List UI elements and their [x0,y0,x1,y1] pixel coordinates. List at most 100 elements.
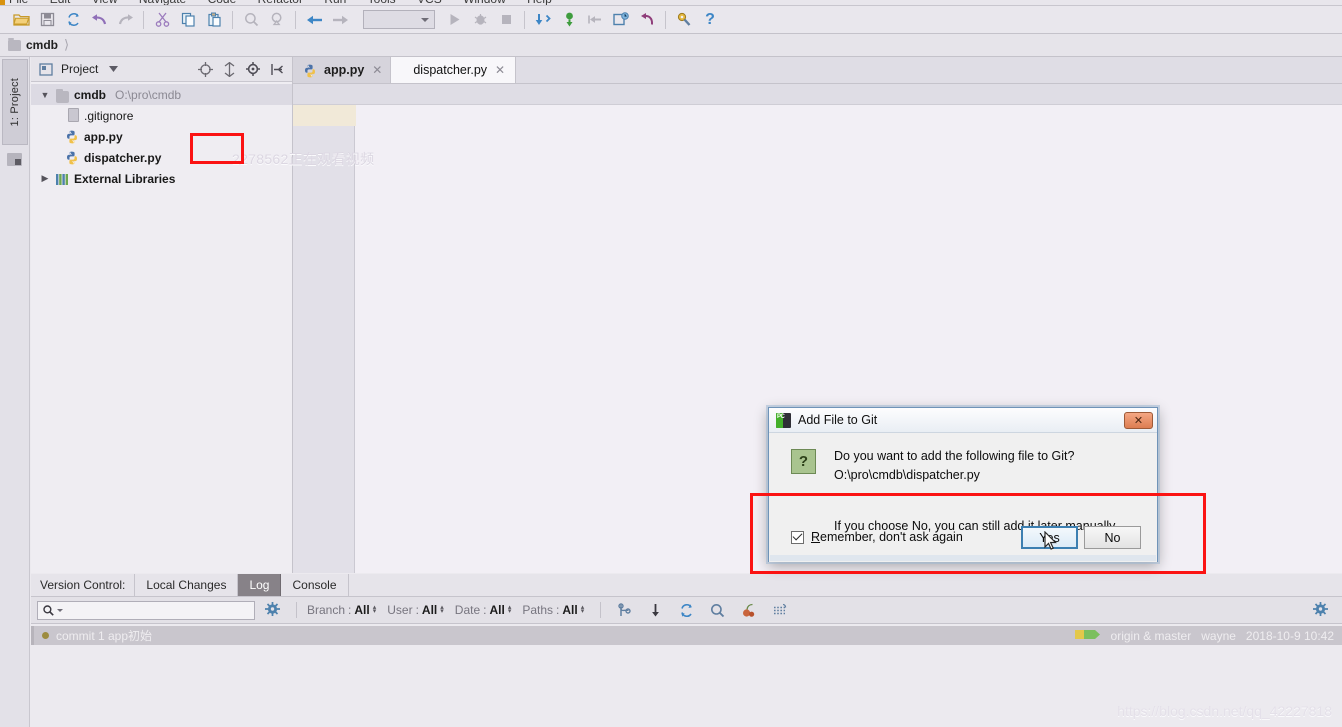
save-all-icon[interactable] [34,8,60,32]
structure-icon[interactable] [7,153,22,166]
tree-row-gitignore[interactable]: .gitignore [31,105,292,126]
editor-gutter[interactable] [293,105,355,573]
collapse-down-icon[interactable] [642,598,668,622]
help-icon[interactable]: ? [697,8,723,32]
tab-local-changes[interactable]: Local Changes [135,574,239,596]
twisty-expanded-icon[interactable]: ▼ [39,90,51,100]
find-icon[interactable] [238,8,264,32]
chevron-down-icon[interactable] [57,608,63,612]
log-settings-gear-icon[interactable] [260,598,286,622]
breadcrumb-root[interactable]: cmdb [8,37,59,52]
log-search-input[interactable] [37,600,255,620]
vcs-update-project-icon[interactable] [530,8,556,32]
breadcrumb-root-label: cmdb [26,38,59,52]
cut-icon[interactable] [149,8,175,32]
tab-log[interactable]: Log [238,574,282,596]
settings-gear-icon[interactable] [244,60,262,78]
log-gear-icon[interactable] [1308,598,1334,622]
vcs-push-icon[interactable] [582,8,608,32]
filter-branch[interactable]: Branch: All ▴ ▾ [307,603,376,617]
commit-row[interactable]: commit 1 app初始 origin & master wayne 201… [31,626,1342,645]
editor-breadcrumb-rail [293,84,1342,105]
project-tool-window-header: Project [31,57,292,82]
paste-icon[interactable] [201,8,227,32]
back-icon[interactable] [301,8,327,32]
editor-tab-dispatcher-py[interactable]: dispatcher.py ✕ [391,57,517,83]
hide-toolwindow-icon[interactable] [268,60,286,78]
project-view-icon [37,60,55,78]
close-icon[interactable]: ✕ [372,63,382,77]
search-icon[interactable] [704,598,730,622]
pycharm-icon [776,412,791,428]
toolbar-separator-3 [295,10,296,29]
no-button[interactable]: No [1084,526,1141,549]
commit-refs: origin & master [1110,628,1192,643]
copy-icon[interactable] [175,8,201,32]
refresh-icon[interactable] [673,598,699,622]
tree-row-external-libraries[interactable]: ▶ External Libraries [31,168,292,189]
vcs-commit-icon[interactable] [556,8,582,32]
close-icon[interactable]: ✕ [495,63,505,77]
remember-checkbox[interactable]: Remember, don't ask again [791,530,963,544]
project-tree[interactable]: ▼ cmdb O:\pro\cmdb .gitignore app.py dis… [31,82,292,189]
dialog-message-line1: Do you want to add the following file to… [834,449,1075,463]
vcs-revert-icon[interactable] [634,8,660,32]
spinner-icon: ▴ ▾ [580,604,585,615]
project-tool-window-title: Project [61,62,99,76]
filter-user[interactable]: User: All ▴ ▾ [387,603,444,617]
close-icon-glyph: ✕ [1133,414,1144,427]
undo-icon[interactable] [86,8,112,32]
show-details-icon[interactable] [766,598,792,622]
question-icon: ? [791,449,816,474]
python-file-icon [303,64,318,78]
filter-date-value: All [489,603,505,617]
filter-user-label: User [387,603,413,617]
navigation-bar[interactable]: cmdb ⟩ [0,34,1342,57]
tree-label-gitignore: .gitignore [84,108,134,123]
filter-separator [296,602,297,618]
settings-icon[interactable] [671,8,697,32]
synchronize-icon[interactable] [60,8,86,32]
commit-date: 2018-10-9 10:42 [1245,628,1334,643]
commit-subject: commit 1 app初始 [56,629,153,643]
commit-log-list[interactable]: commit 1 app初始 origin & master wayne 201… [31,624,1342,725]
filter-paths[interactable]: Paths: All ▴ ▾ [522,603,584,617]
chevron-down-icon[interactable] [104,60,122,78]
version-control-label: Version Control: [31,574,136,596]
collapse-all-icon[interactable] [220,60,238,78]
checkbox-box[interactable] [791,530,804,544]
run-icon[interactable] [441,8,467,32]
vcs-history-icon[interactable] [608,8,634,32]
tree-row-dispatcher-py[interactable]: dispatcher.py [31,147,292,168]
close-icon[interactable]: ✕ [1124,411,1153,429]
commit-meta: origin & master wayne 2018-10-9 10:42 [1074,628,1334,644]
editor-tab-app-py[interactable]: app.py ✕ [293,57,392,83]
editor-modified-line-highlight [293,105,361,126]
dialog-bottom-strip [770,555,1156,561]
yes-button[interactable]: Yes [1021,526,1078,549]
tree-row-cmdb[interactable]: ▼ cmdb O:\pro\cmdb [31,84,292,105]
stop-icon[interactable] [493,8,519,32]
tab-console[interactable]: Console [281,574,349,596]
tree-label-cmdb: cmdb [74,87,107,102]
branch-graph-icon[interactable] [611,598,637,622]
tree-row-app-py[interactable]: app.py [31,126,292,147]
debug-icon[interactable] [467,8,493,32]
twisty-collapsed-icon[interactable]: ▶ [39,173,51,184]
folder-icon [55,87,70,103]
filter-date[interactable]: Date: All ▴ ▾ [455,603,512,617]
redo-icon[interactable] [112,8,138,32]
find-usages-icon[interactable] [264,8,290,32]
scroll-from-source-icon[interactable] [196,60,214,78]
filter-branch-label: Branch [307,603,346,617]
filter-user-value: All [421,603,438,617]
forward-icon[interactable] [327,8,353,32]
editor-tabs[interactable]: app.py ✕ dispatcher.py ✕ [293,57,1342,84]
open-folder-icon[interactable] [8,8,34,32]
tree-label-dispatcher-py: dispatcher.py [84,150,162,165]
sidebar-item-project[interactable]: 1: Project [2,59,28,145]
cherry-pick-icon[interactable] [735,598,761,622]
dialog-title-bar: Add File to Git ✕ [769,408,1157,433]
run-configuration-selector[interactable] [363,10,435,29]
version-control-tabs[interactable]: Version Control: Local Changes Log Conso… [31,574,1342,597]
